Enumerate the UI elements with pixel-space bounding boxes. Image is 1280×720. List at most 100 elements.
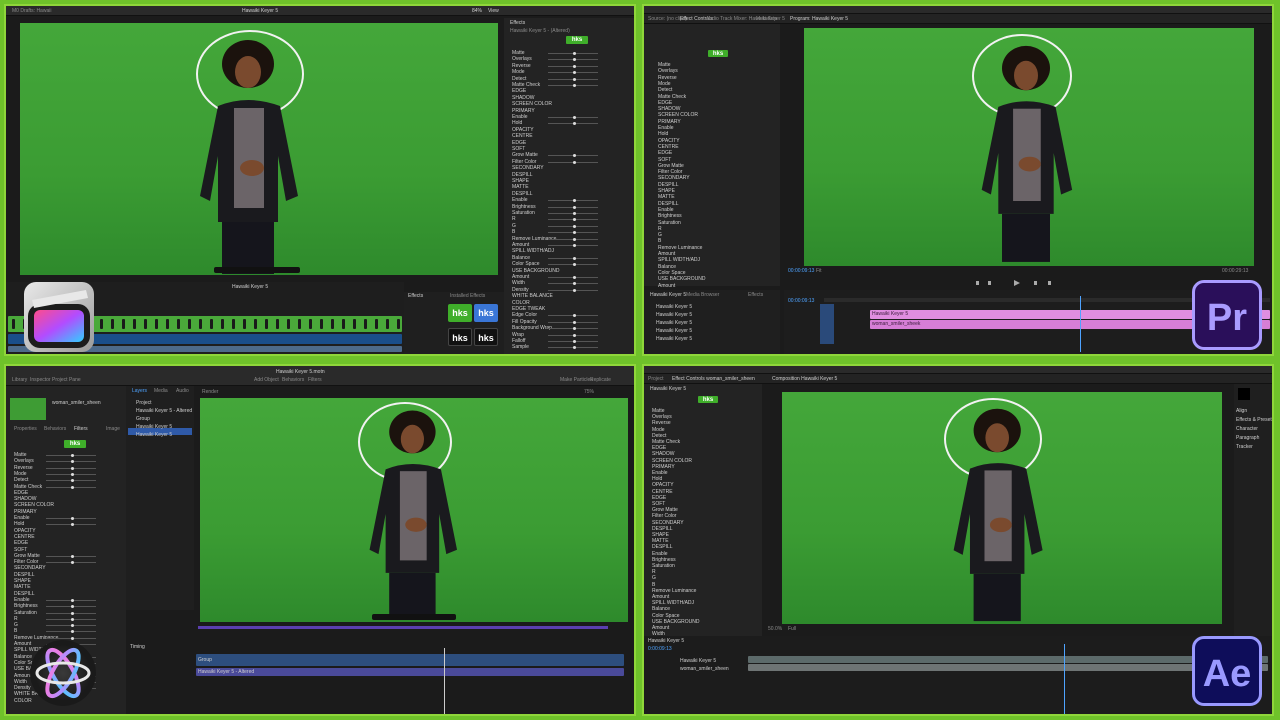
fcp-param-slider-knob[interactable]	[573, 154, 576, 158]
motion-toolbar-add-object[interactable]: Add Object	[254, 377, 279, 383]
motion-param-slider[interactable]	[46, 485, 96, 489]
motion-param-slider[interactable]	[46, 624, 96, 628]
fcp-param-slider-knob[interactable]	[573, 320, 576, 324]
motion-playhead[interactable]	[444, 648, 445, 714]
motion-param-slider[interactable]	[46, 466, 96, 470]
motion-layers-tab[interactable]: Layers	[132, 388, 147, 394]
fcp-param-slider[interactable]	[548, 116, 598, 119]
fcp-param-slider[interactable]	[548, 244, 598, 247]
motion-toolbar-library[interactable]: Library	[12, 377, 27, 383]
pr-tab[interactable]: Metadata	[756, 16, 777, 22]
fcp-param-slider[interactable]	[548, 58, 598, 62]
fcp-param-slider-knob[interactable]	[573, 218, 576, 222]
pr-project-tab[interactable]: Media Browser	[686, 292, 719, 298]
fcp-param-slider-knob[interactable]	[573, 71, 576, 75]
fcp-param-slider[interactable]	[548, 64, 598, 68]
motion-param-slider-knob[interactable]	[71, 479, 74, 483]
fcp-param-slider[interactable]	[548, 256, 598, 260]
motion-toolbar-project-pane[interactable]: Project Pane	[52, 377, 81, 383]
ae-playhead[interactable]	[1064, 644, 1065, 714]
fcp-param-slider[interactable]	[548, 77, 598, 81]
motion-param-slider[interactable]	[46, 523, 96, 527]
motion-param-slider[interactable]	[46, 611, 96, 615]
ae-layer-row[interactable]: woman_smiler_sheen	[680, 666, 729, 672]
fcp-param-slider-knob[interactable]	[573, 346, 576, 350]
fcp-param-slider-knob[interactable]	[573, 276, 576, 279]
motion-tab-filters[interactable]: Filters	[74, 426, 88, 432]
fcp-effect-tile[interactable]: hks	[448, 328, 472, 346]
fcp-param-slider[interactable]	[548, 212, 598, 215]
fcp-param-slider-knob[interactable]	[573, 327, 576, 331]
fcp-param-slider[interactable]	[548, 205, 598, 209]
motion-param-slider-knob[interactable]	[71, 466, 74, 470]
motion-toolbar-replicate[interactable]: Replicate	[590, 377, 611, 383]
fcp-param-slider[interactable]	[548, 218, 598, 222]
motion-param-slider[interactable]	[46, 598, 96, 602]
fcp-param-slider[interactable]	[548, 199, 598, 203]
motion-param-slider-knob[interactable]	[71, 624, 74, 628]
motion-param-slider[interactable]	[46, 630, 96, 634]
fcp-param-slider[interactable]	[548, 154, 598, 158]
fcp-param-slider-knob[interactable]	[573, 64, 576, 68]
pr-fit-menu[interactable]: Fit	[816, 268, 822, 274]
motion-view-size[interactable]: 75%	[584, 389, 594, 395]
fcp-param-slider-knob[interactable]	[573, 340, 576, 343]
motion-onscreen-controls[interactable]	[372, 614, 456, 620]
fcp-param-slider-knob[interactable]	[573, 231, 576, 235]
fcp-param-slider[interactable]	[548, 288, 598, 292]
motion-param-slider-knob[interactable]	[71, 605, 74, 609]
fcp-param-slider-knob[interactable]	[573, 77, 576, 81]
fcp-param-slider-knob[interactable]	[573, 288, 576, 292]
motion-param-slider-knob[interactable]	[71, 523, 74, 527]
motion-audio-tab[interactable]: Audio	[176, 388, 189, 394]
motion-param-slider[interactable]	[46, 617, 96, 621]
fcp-param-slider-knob[interactable]	[573, 160, 576, 164]
pr-project-tab[interactable]: Hawaiki Keyer 5	[650, 292, 686, 298]
fcp-param-slider[interactable]	[548, 314, 598, 318]
motion-param-slider-knob[interactable]	[71, 611, 74, 615]
motion-play-range[interactable]	[198, 626, 608, 629]
fcp-param-slider[interactable]	[548, 320, 598, 324]
fcp-zoom[interactable]: 84%	[472, 8, 482, 14]
motion-param-slider-knob[interactable]	[71, 561, 74, 565]
fcp-param-slider[interactable]	[548, 224, 598, 228]
fcp-param-slider-knob[interactable]	[573, 58, 576, 62]
motion-toolbar-make-particles[interactable]: Make Particles	[560, 377, 593, 383]
motion-param-slider-knob[interactable]	[71, 454, 74, 457]
motion-param-slider-knob[interactable]	[71, 517, 74, 520]
motion-param-slider-knob[interactable]	[71, 617, 74, 621]
motion-param-slider-knob[interactable]	[71, 630, 74, 634]
fcp-param-slider[interactable]	[548, 340, 598, 343]
fcp-param-slider-knob[interactable]	[573, 263, 576, 267]
motion-toolbar-behaviors[interactable]: Behaviors	[282, 377, 304, 383]
fcp-param-slider-knob[interactable]	[573, 116, 576, 119]
pr-effects-tab[interactable]: Effects	[748, 292, 763, 298]
fcp-param-slider[interactable]	[548, 282, 598, 286]
fcp-param-slider[interactable]	[548, 263, 598, 267]
fcp-param-slider-knob[interactable]	[573, 84, 576, 87]
pr-timeline-timecode[interactable]: 00:00:09:13	[788, 298, 814, 304]
motion-param-slider[interactable]	[46, 472, 96, 476]
ae-layer-bar[interactable]	[748, 656, 1268, 663]
ae-quality[interactable]: Full	[788, 626, 796, 632]
ae-zoom[interactable]: 50.0%	[768, 626, 782, 632]
motion-param-slider[interactable]	[46, 460, 96, 464]
ae-timecode[interactable]: 0:00:09:13	[648, 646, 672, 652]
fcp-param-slider-knob[interactable]	[573, 333, 576, 337]
fcp-param-slider[interactable]	[548, 231, 598, 235]
motion-tab[interactable]: Properties	[14, 426, 37, 432]
motion-param-slider-knob[interactable]	[71, 472, 74, 476]
motion-param-slider[interactable]	[46, 479, 96, 483]
motion-toolbar-inspector[interactable]: Inspector	[30, 377, 51, 383]
motion-param-slider[interactable]	[46, 561, 96, 565]
fcp-param-slider-knob[interactable]	[573, 205, 576, 209]
ae-layer-bar[interactable]	[748, 664, 1268, 671]
fcp-effect-tile[interactable]: hks	[474, 304, 498, 322]
fcp-param-slider[interactable]	[548, 276, 598, 279]
motion-timeline-group[interactable]: Group	[196, 654, 624, 666]
motion-param-slider-knob[interactable]	[71, 554, 74, 558]
fcp-param-slider-knob[interactable]	[573, 256, 576, 260]
fcp-param-slider-knob[interactable]	[573, 314, 576, 318]
fcp-param-slider[interactable]	[548, 333, 598, 337]
ae-composition-tab[interactable]: Composition Hawaiki Keyer 5	[772, 376, 837, 382]
